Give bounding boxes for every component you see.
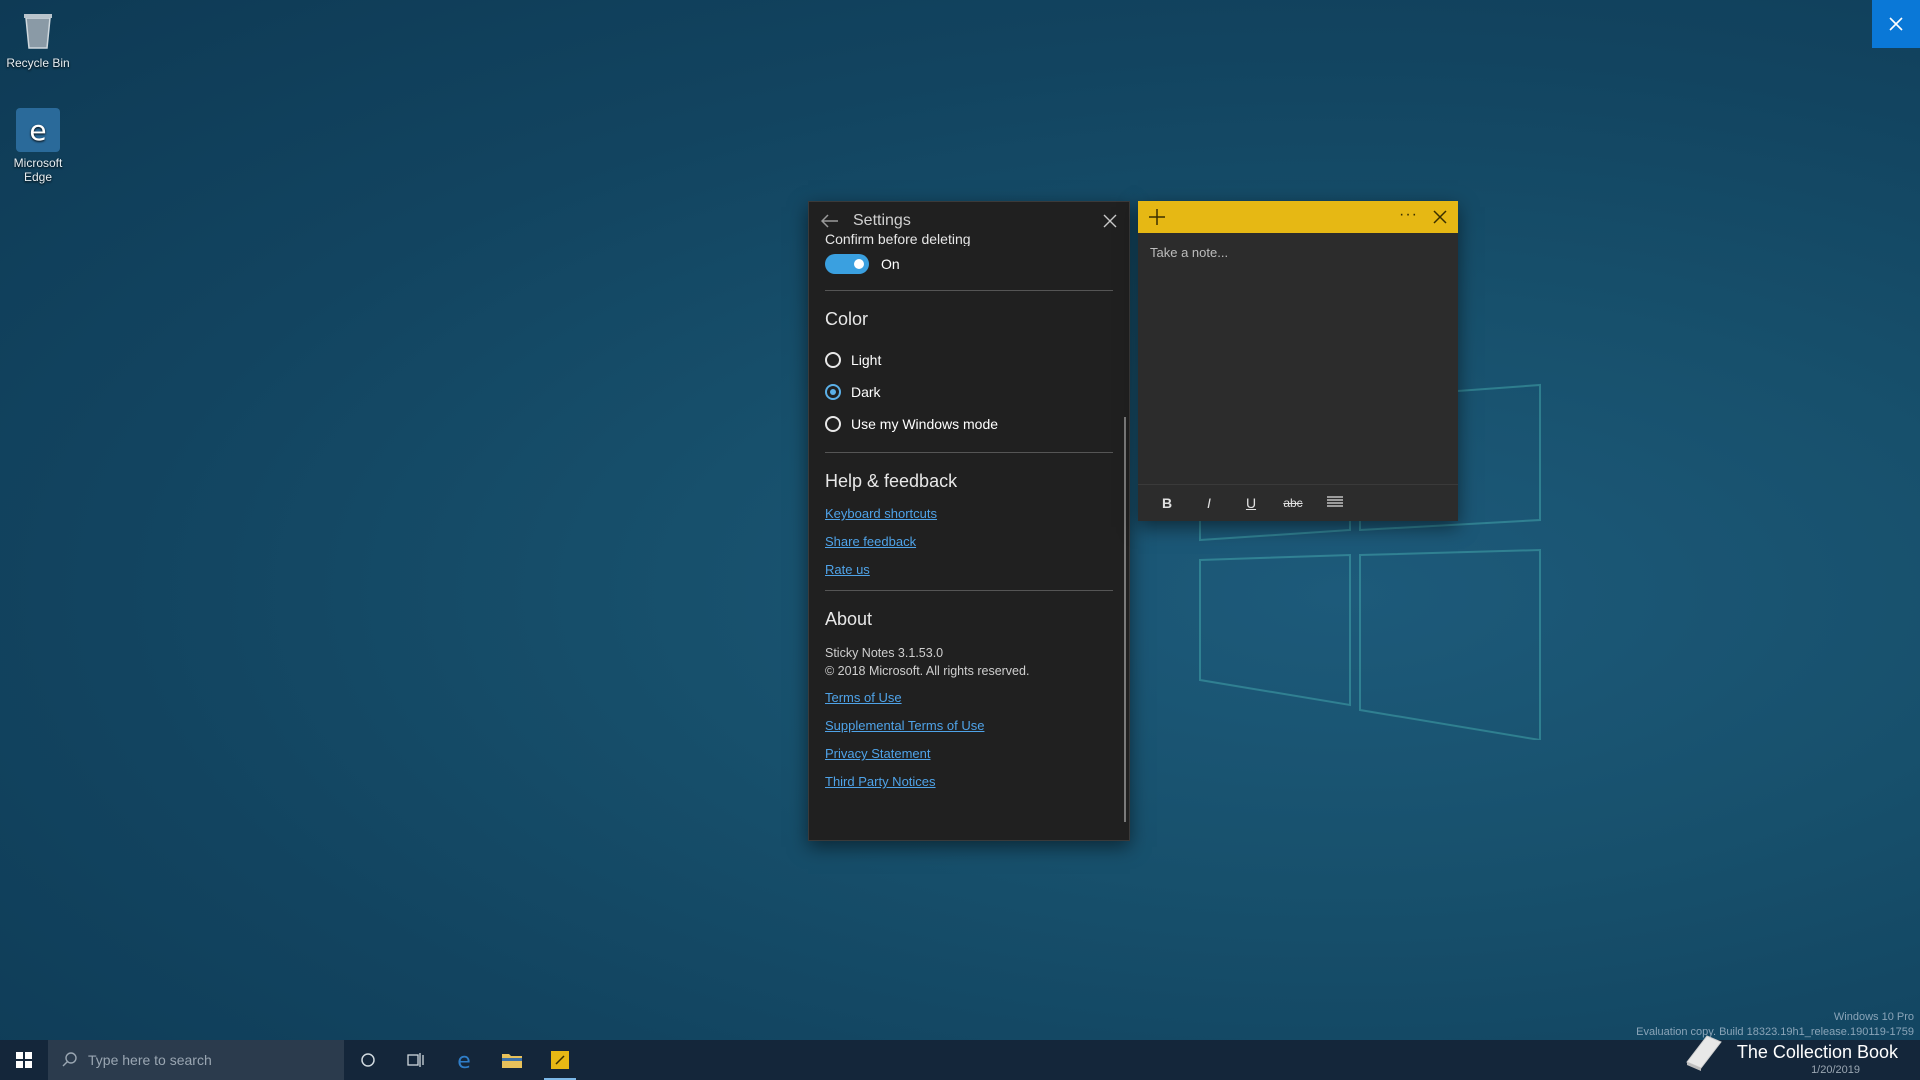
- taskbar-search[interactable]: Type here to search: [48, 1040, 344, 1080]
- search-icon: [62, 1052, 77, 1067]
- rate-us-link[interactable]: Rate us: [825, 562, 1113, 577]
- radio-windows-mode[interactable]: Use my Windows mode: [825, 408, 1113, 440]
- divider: [825, 452, 1113, 453]
- branding-name: The Collection Book: [1736, 1041, 1898, 1062]
- radio-dark[interactable]: Dark: [825, 376, 1113, 408]
- keyboard-shortcuts-link[interactable]: Keyboard shortcuts: [825, 506, 1113, 521]
- taskbar-sticky-notes[interactable]: [536, 1040, 584, 1080]
- radio-light[interactable]: Light: [825, 344, 1113, 376]
- bold-button[interactable]: B: [1146, 495, 1188, 511]
- about-section-title: About: [825, 609, 873, 629]
- italic-button[interactable]: I: [1188, 495, 1230, 511]
- radio-dark-circle[interactable]: [825, 384, 841, 400]
- taskbar-file-explorer[interactable]: [488, 1040, 536, 1080]
- toggle-state-label: On: [881, 256, 900, 272]
- desktop-icon-edge[interactable]: e Microsoft Edge: [4, 108, 72, 184]
- windows-start-icon: [16, 1052, 32, 1068]
- recycle-bin-icon: [16, 8, 60, 52]
- close-note-icon[interactable]: [1432, 209, 1448, 225]
- sticky-note: ··· Take a note... B I U abc: [1138, 201, 1458, 521]
- list-icon: [1327, 495, 1343, 507]
- taskbar-edge[interactable]: e: [440, 1040, 488, 1080]
- third-party-notices-link[interactable]: Third Party Notices: [825, 774, 1113, 789]
- more-options-icon[interactable]: ···: [1399, 206, 1418, 224]
- divider: [825, 290, 1113, 291]
- share-feedback-link[interactable]: Share feedback: [825, 534, 1113, 549]
- divider: [825, 590, 1113, 591]
- settings-close-icon[interactable]: [1101, 212, 1119, 230]
- svg-text:e: e: [457, 1049, 471, 1071]
- taskbar-date: 1/20/2019: [1811, 1064, 1860, 1076]
- radio-light-circle[interactable]: [825, 352, 841, 368]
- taskbar: Type here to search e: [0, 1040, 1920, 1080]
- edge-icon: e: [457, 1049, 471, 1071]
- terms-of-use-link[interactable]: Terms of Use: [825, 690, 1113, 705]
- privacy-statement-link[interactable]: Privacy Statement: [825, 746, 1113, 761]
- supplemental-terms-link[interactable]: Supplemental Terms of Use: [825, 718, 1113, 733]
- book-icon: [1686, 1035, 1722, 1071]
- cortana-icon: [361, 1053, 375, 1067]
- version-text: Sticky Notes 3.1.53.0: [825, 646, 944, 660]
- underline-button[interactable]: U: [1230, 495, 1272, 511]
- close-button[interactable]: [1872, 0, 1920, 48]
- start-button[interactable]: [0, 1040, 48, 1080]
- cortana-button[interactable]: [344, 1040, 392, 1080]
- search-placeholder: Type here to search: [88, 1052, 212, 1068]
- add-note-icon[interactable]: [1148, 208, 1166, 226]
- settings-scrollbar[interactable]: [1124, 417, 1126, 822]
- confirm-delete-label: Confirm before deleting: [825, 232, 971, 246]
- folder-icon: [502, 1054, 522, 1068]
- copyright-text: © 2018 Microsoft. All rights reserved.: [825, 664, 1030, 678]
- settings-title: Settings: [853, 212, 911, 229]
- note-toolbar: B I U abc: [1138, 484, 1458, 521]
- task-view-icon: [407, 1053, 424, 1067]
- bullets-button[interactable]: [1314, 495, 1356, 512]
- note-input[interactable]: Take a note...: [1138, 233, 1458, 272]
- back-arrow-icon[interactable]: [821, 214, 839, 228]
- settings-panel: Settings Confirm before deleting On Colo…: [808, 201, 1130, 841]
- edge-icon: e: [16, 108, 60, 152]
- recycle-bin-label: Recycle Bin: [6, 56, 70, 70]
- help-section-title: Help & feedback: [825, 471, 958, 491]
- task-view-button[interactable]: [392, 1040, 440, 1080]
- color-section-title: Color: [825, 309, 869, 329]
- close-icon: [1889, 17, 1903, 31]
- desktop-icon-recycle-bin[interactable]: Recycle Bin: [4, 8, 72, 70]
- strikethrough-button[interactable]: abc: [1272, 496, 1314, 510]
- edge-label: Microsoft Edge: [13, 156, 63, 184]
- radio-windows-mode-circle[interactable]: [825, 416, 841, 432]
- note-titlebar: ···: [1138, 201, 1458, 233]
- sticky-notes-icon: [551, 1051, 569, 1069]
- svg-text:e: e: [29, 114, 46, 146]
- branding-watermark: The Collection Book: [1679, 1032, 1898, 1072]
- confirm-delete-toggle[interactable]: [825, 254, 869, 274]
